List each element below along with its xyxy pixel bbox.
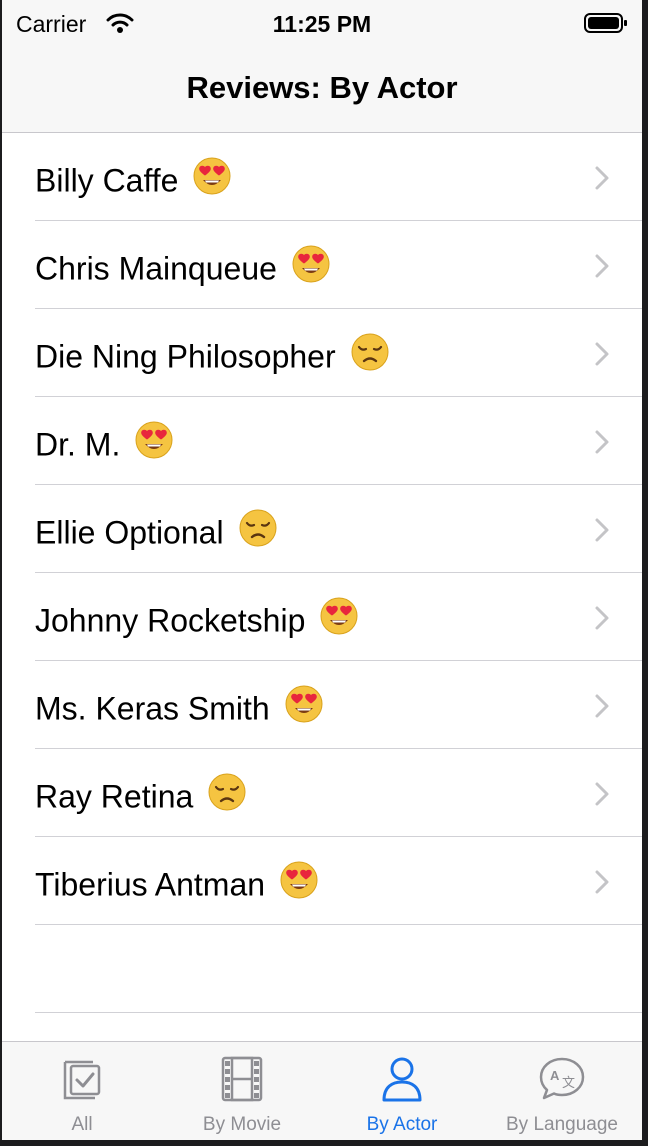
actor-name: Billy Caffe [35, 156, 232, 207]
app-screen: Carrier 11:25 PM Reviews: By Actor Billy… [2, 0, 642, 1140]
actor-name-text: Tiberius Antman [35, 866, 266, 903]
empty-row [2, 925, 642, 1013]
disappointed-face-emoji [207, 772, 247, 820]
tab-label: All [71, 1114, 93, 1135]
status-bar: Carrier 11:25 PM [2, 0, 642, 50]
film-icon [219, 1056, 265, 1107]
actor-name-text: Ms. Keras Smith [35, 690, 270, 727]
person-icon [379, 1056, 425, 1107]
actor-name-text: Billy Caffe [35, 162, 179, 199]
actor-name-text: Ellie Optional [35, 514, 224, 551]
heart-eyes-emoji [134, 420, 174, 468]
heart-eyes-emoji [291, 244, 331, 292]
list-item[interactable]: Ms. Keras Smith [2, 661, 642, 749]
list-item[interactable]: Ray Retina [2, 749, 642, 837]
list-item[interactable]: Dr. M. [2, 397, 642, 485]
actor-name-text: Ray Retina [35, 778, 194, 815]
svg-text:A: A [550, 1068, 560, 1083]
chevron-right-icon [594, 253, 610, 284]
list-item[interactable]: Die Ning Philosopher [2, 309, 642, 397]
chevron-right-icon [594, 517, 610, 548]
actor-name-text: Dr. M. [35, 426, 121, 463]
actor-name-text: Johnny Rocketship [35, 602, 306, 639]
svg-text:文: 文 [562, 1076, 575, 1091]
list-item[interactable]: Tiberius Antman [2, 837, 642, 925]
actor-name: Die Ning Philosopher [35, 332, 390, 383]
list-item[interactable]: Billy Caffe [2, 133, 642, 221]
tab-by-actor[interactable]: By Actor [322, 1042, 482, 1140]
list-item[interactable]: Johnny Rocketship [2, 573, 642, 661]
tab-label: By Language [506, 1114, 618, 1135]
page-title: Reviews: By Actor [186, 70, 458, 105]
tab-all[interactable]: All [2, 1042, 162, 1140]
row-separator [35, 1012, 642, 1013]
actor-list: Billy Caffe Chris Mainqueue Die Ning Philo… [2, 133, 642, 1013]
heart-eyes-emoji [284, 684, 324, 732]
list-item[interactable]: Chris Mainqueue [2, 221, 642, 309]
chevron-right-icon [594, 781, 610, 812]
checklist-icon [59, 1056, 105, 1107]
navigation-bar: Reviews: By Actor [2, 50, 642, 133]
actor-name: Ray Retina [35, 772, 247, 823]
heart-eyes-emoji [319, 596, 359, 644]
actor-name: Ellie Optional [35, 508, 278, 559]
chevron-right-icon [594, 429, 610, 460]
chevron-right-icon [594, 605, 610, 636]
list-item[interactable]: Ellie Optional [2, 485, 642, 573]
heart-eyes-emoji [279, 860, 319, 908]
battery-icon [584, 12, 628, 34]
translate-icon: A文 [538, 1056, 586, 1107]
actor-name-text: Chris Mainqueue [35, 250, 277, 287]
actor-name: Tiberius Antman [35, 860, 319, 911]
disappointed-face-emoji [350, 332, 390, 380]
disappointed-face-emoji [238, 508, 278, 556]
tab-by-language[interactable]: A 文 By Language [482, 1042, 642, 1140]
chevron-right-icon [594, 165, 610, 196]
actor-name: Johnny Rocketship [35, 596, 359, 647]
actor-name: Chris Mainqueue [35, 244, 331, 295]
chevron-right-icon [594, 341, 610, 372]
chevron-right-icon [594, 869, 610, 900]
tab-label: By Actor [366, 1114, 438, 1135]
status-time: 11:25 PM [272, 11, 372, 37]
chevron-right-icon [594, 693, 610, 724]
tab-bar: All By Movie By Actor A 文 By Language [2, 1041, 642, 1140]
tab-label: By Movie [202, 1114, 282, 1135]
actor-name: Dr. M. [35, 420, 174, 471]
actor-name: Ms. Keras Smith [35, 684, 324, 735]
actor-name-text: Die Ning Philosopher [35, 338, 336, 375]
heart-eyes-emoji [192, 156, 232, 204]
tab-by-movie[interactable]: By Movie [162, 1042, 322, 1140]
